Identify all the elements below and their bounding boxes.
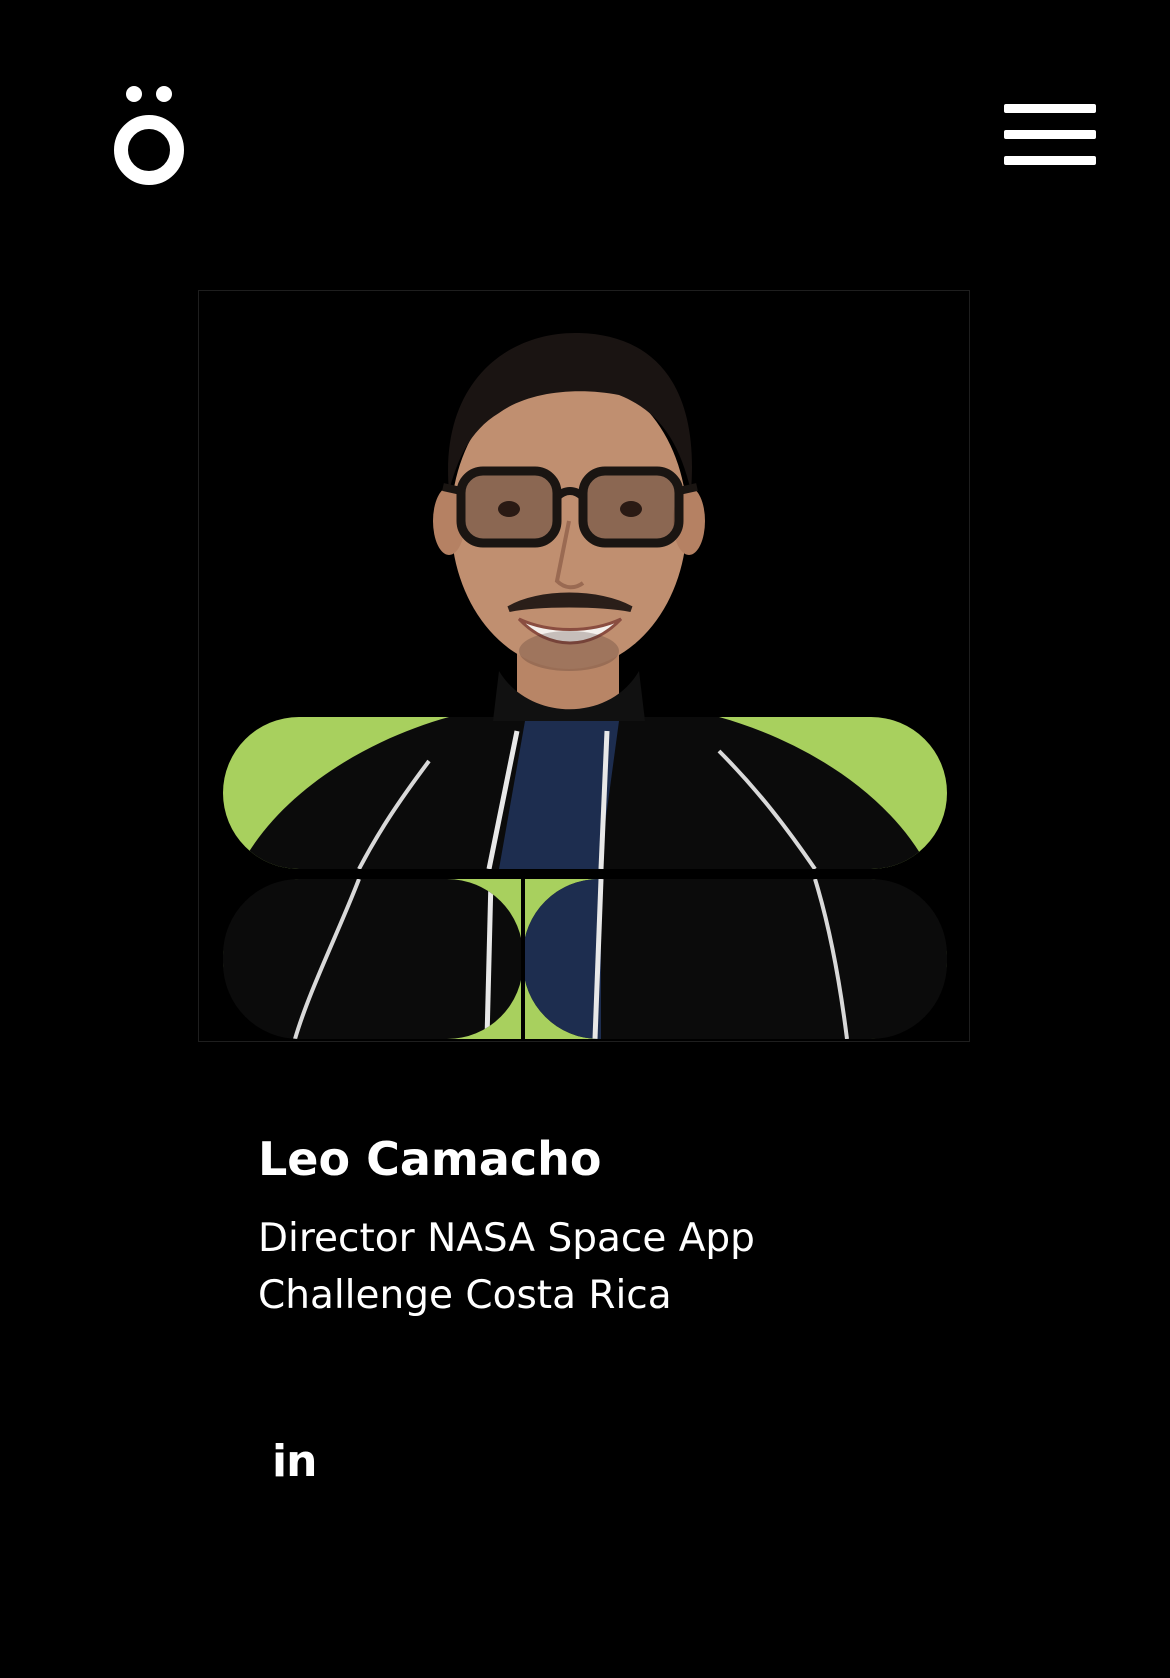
team-member-page: Leo Camacho Director NASA Space App Chal… xyxy=(0,0,1170,1678)
menu-bar xyxy=(1004,104,1096,113)
person-name: Leo Camacho xyxy=(258,1132,602,1186)
menu-bar xyxy=(1004,130,1096,139)
hamburger-menu-button[interactable] xyxy=(1004,104,1096,166)
linkedin-icon[interactable]: in xyxy=(272,1436,320,1488)
o-umlaut-logo[interactable] xyxy=(112,84,188,188)
portrait-photo xyxy=(198,290,970,1042)
person-role: Director NASA Space App Challenge Costa … xyxy=(258,1216,755,1318)
menu-bar xyxy=(1004,156,1096,165)
